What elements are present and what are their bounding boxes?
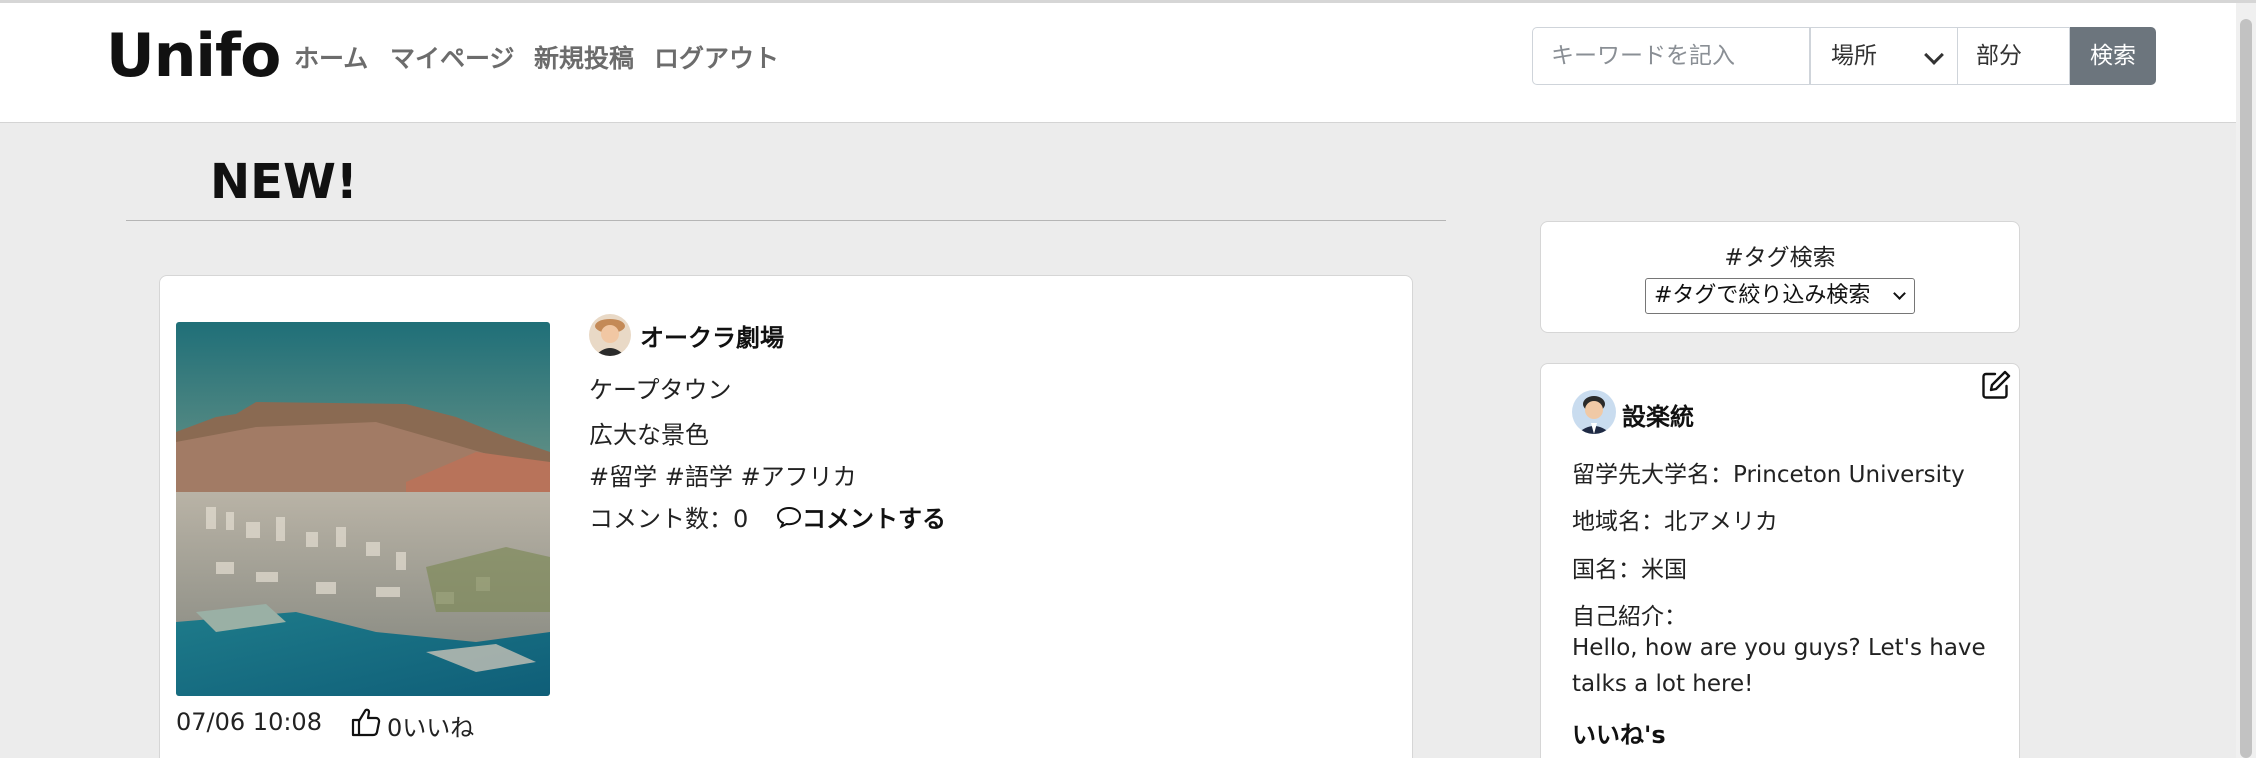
page-scrollbar[interactable]	[2236, 3, 2256, 758]
scrollbar-thumb[interactable]	[2240, 19, 2252, 758]
chevron-down-icon	[1893, 287, 1906, 300]
post-description: 広大な景色	[589, 421, 709, 449]
post-card: オークラ劇場 ケープタウン 広大な景色 #留学 #語学 #アフリカ コメント数：…	[159, 275, 1413, 758]
keyword-search-input[interactable]	[1532, 27, 1810, 85]
comment-icon[interactable]	[776, 505, 802, 533]
profile-intro-label: 自己紹介：	[1572, 604, 1687, 630]
page-heading: NEW!	[210, 154, 358, 210]
thumbs-up-icon[interactable]	[350, 706, 382, 738]
tag-search-title: #タグ検索	[1724, 245, 1836, 271]
profile-country: 国名：米国	[1572, 557, 1687, 583]
tag-search-card: #タグ検索 #タグで絞り込み検索	[1540, 221, 2020, 333]
likes-heading: いいね's	[1572, 721, 1666, 749]
profile-avatar[interactable]	[1572, 390, 1616, 434]
post-comment-count: コメント数：0	[589, 505, 749, 533]
brand-logo[interactable]: Unifo	[106, 21, 281, 91]
post-user-avatar[interactable]	[589, 314, 631, 356]
tag-filter-select[interactable]: #タグで絞り込み検索	[1645, 278, 1915, 314]
profile-university: 留学先大学名：Princeton University	[1572, 462, 1965, 488]
nav-link-mypage[interactable]: マイページ	[390, 39, 515, 75]
place-select[interactable]: 場所	[1810, 27, 1958, 85]
like-count: 0いいね	[387, 714, 475, 742]
post-place: ケープタウン	[589, 376, 732, 404]
profile-region: 地域名：北アメリカ	[1572, 509, 1778, 535]
nav-link-logout[interactable]: ログアウト	[654, 39, 779, 75]
comment-button[interactable]: コメントする	[802, 499, 946, 534]
post-date: 07/06 10:08	[176, 708, 322, 736]
profile-intro-text: Hello, how are you guys? Let's have talk…	[1572, 635, 1986, 697]
post-user-name[interactable]: オークラ劇場	[640, 318, 784, 353]
search-button[interactable]: 検索	[2070, 27, 2156, 85]
post-image[interactable]	[176, 322, 550, 696]
edit-icon[interactable]	[1979, 368, 2013, 406]
profile-card: 設楽統 留学先大学名：Princeton University 地域名：北アメリ…	[1540, 363, 2020, 758]
nav-link-home[interactable]: ホーム	[294, 39, 368, 75]
navbar: Unifo ホーム マイページ 新規投稿 ログアウト 場所 部分 検索	[0, 3, 2236, 123]
tag-filter-select-value: #タグで絞り込み検索	[1654, 283, 1871, 308]
chevron-down-icon	[1924, 45, 1944, 65]
profile-name: 設楽統	[1622, 403, 1694, 431]
nav-link-new-post[interactable]: 新規投稿	[534, 39, 634, 75]
post-tags[interactable]: #留学 #語学 #アフリカ	[589, 457, 857, 492]
heading-divider	[126, 220, 1446, 221]
part-input[interactable]: 部分	[1958, 27, 2070, 85]
place-select-value: 場所	[1831, 43, 1877, 69]
